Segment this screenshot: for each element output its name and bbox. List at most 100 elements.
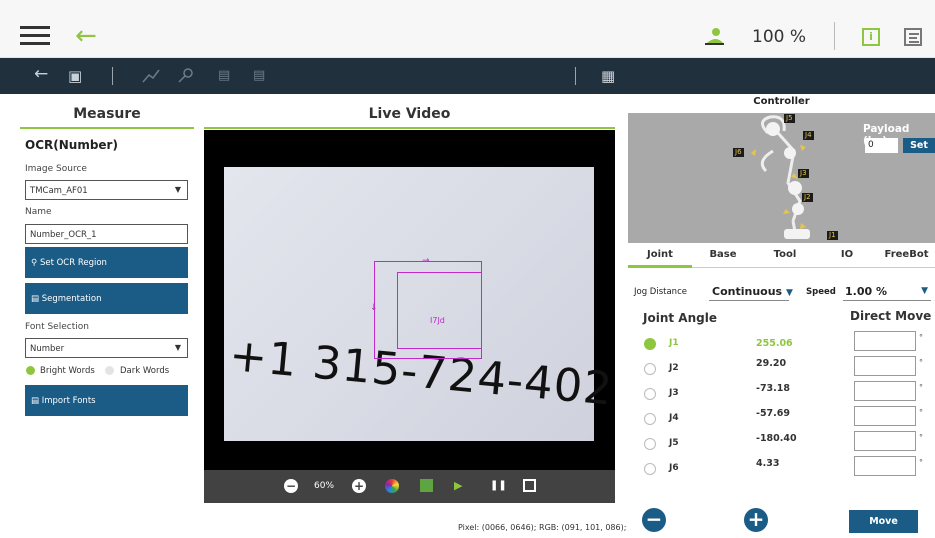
divider	[843, 300, 931, 301]
joint-label-j3: J3	[798, 169, 809, 178]
grid-icon[interactable]: ▦	[601, 67, 615, 85]
font-icon: ▤	[31, 396, 40, 406]
app-root: ← 100 % i ← ▣ ▤ ▤ ▦ Measure OCR(Number) …	[0, 0, 935, 538]
divider	[709, 300, 789, 301]
play-icon[interactable]	[420, 479, 433, 492]
joint-value: 4.33	[756, 458, 780, 469]
direct-move-input[interactable]	[854, 456, 916, 476]
live-video-panel: Live Video +1 315-724-4022 I7Jd → ↓ − 60…	[204, 100, 615, 525]
tab-joint[interactable]: Joint	[628, 244, 692, 268]
joint-value: -73.18	[756, 383, 790, 394]
image-source-select[interactable]: TMCam_AF01 ▼	[25, 180, 188, 200]
chevron-down-icon: ▼	[785, 288, 793, 298]
tab-tool[interactable]: Tool	[754, 244, 816, 268]
font-selection-value: Number	[30, 344, 65, 354]
tab-base[interactable]: Base	[692, 244, 754, 268]
jog-minus-button[interactable]: −	[642, 508, 666, 532]
video-controls: − 60% + ▶ ❚❚	[204, 470, 615, 503]
video-footer	[204, 503, 615, 525]
joint-value: -180.40	[756, 433, 797, 444]
joint-radio[interactable]	[644, 413, 656, 425]
step-icon[interactable]: ▶	[454, 479, 462, 493]
point-icon[interactable]	[178, 67, 194, 83]
speed-select[interactable]: 1.00 % ▼	[845, 285, 930, 298]
zoom-out-icon[interactable]: −	[284, 479, 298, 493]
save-icon[interactable]: ▣	[68, 67, 82, 85]
camera-icon[interactable]: ▤	[218, 67, 230, 85]
joint-value: 29.20	[756, 358, 787, 369]
divider	[575, 67, 576, 85]
joint-label-j2: J2	[802, 193, 813, 202]
zoom-in-icon[interactable]: +	[352, 479, 366, 493]
import-fonts-button[interactable]: ▤ Import Fonts	[25, 385, 188, 416]
move-button[interactable]: Move	[849, 510, 918, 533]
jog-distance-value: Continuous	[712, 285, 783, 298]
joint-label-j1: J1	[827, 231, 838, 240]
chevron-down-icon: ▼	[174, 185, 181, 194]
direct-move-input[interactable]	[854, 331, 916, 351]
joint-name: J1	[669, 338, 679, 348]
tab-io[interactable]: IO	[816, 244, 878, 268]
path-icon[interactable]	[142, 67, 160, 83]
name-input[interactable]: Number_OCR_1	[25, 224, 188, 244]
payload-input[interactable]: 0	[865, 138, 898, 153]
pixel-info: Pixel: (0066, 0646); RGB: (091, 101, 086…	[458, 523, 627, 532]
joint-radio[interactable]	[644, 463, 656, 475]
direct-move-input[interactable]	[854, 381, 916, 401]
image-source-value: TMCam_AF01	[30, 186, 88, 196]
joint-angle-title: Joint Angle	[643, 311, 717, 325]
joint-label-j6: J6	[733, 148, 744, 157]
joint-row-j4: J4 -57.69 °	[628, 406, 935, 428]
joint-row-j5: J5 -180.40 °	[628, 431, 935, 453]
segmentation-label: Segmentation	[41, 294, 102, 304]
joint-radio[interactable]	[644, 388, 656, 400]
tab-freebot[interactable]: FreeBot	[878, 244, 935, 268]
ocr-roi-inner[interactable]	[397, 272, 482, 349]
video-feed[interactable]: +1 315-724-4022 I7Jd → ↓	[204, 130, 615, 470]
image-source-label: Image Source	[25, 164, 87, 174]
user-icon[interactable]	[703, 25, 725, 47]
joint-label-j4: J4	[803, 131, 814, 140]
joint-radio[interactable]	[644, 438, 656, 450]
toolbar: ← ▣ ▤ ▤ ▦	[0, 58, 935, 94]
bright-words-radio[interactable]	[26, 366, 35, 375]
font-selection-select[interactable]: Number ▼	[25, 338, 188, 358]
direct-move-title: Direct Move	[850, 309, 932, 323]
document-icon[interactable]	[904, 28, 922, 46]
segmentation-button[interactable]: ▤ Segmentation	[25, 283, 188, 314]
direct-move-input[interactable]	[854, 431, 916, 451]
pause-icon[interactable]: ❚❚	[490, 479, 507, 493]
degree-symbol: °	[919, 358, 923, 367]
jog-plus-button[interactable]: +	[744, 508, 768, 532]
segmentation-icon: ▤	[31, 294, 40, 304]
set-ocr-region-button[interactable]: ⚲ Set OCR Region	[25, 247, 188, 278]
joint-radio[interactable]	[644, 363, 656, 375]
info-icon[interactable]: i	[862, 28, 880, 46]
video-title: Live Video	[368, 106, 451, 122]
joint-name: J4	[669, 413, 679, 423]
direct-move-input[interactable]	[854, 356, 916, 376]
hamburger-icon[interactable]	[20, 26, 50, 46]
degree-symbol: °	[919, 383, 923, 392]
payload-set-button[interactable]: Set	[903, 138, 935, 153]
joint-name: J5	[669, 438, 679, 448]
import-fonts-label: Import Fonts	[41, 396, 96, 406]
panel-title: Measure	[73, 106, 141, 122]
top-bar: ← 100 % i	[0, 0, 935, 58]
joint-radio[interactable]	[644, 338, 656, 350]
controller-title: Controller	[753, 96, 810, 107]
dark-words-radio[interactable]	[105, 366, 114, 375]
back-icon[interactable]: ←	[34, 65, 48, 83]
color-wheel-icon[interactable]	[385, 479, 399, 493]
arrow-left-icon[interactable]: ←	[75, 23, 97, 49]
measure-panel: Measure OCR(Number) Image Source TMCam_A…	[20, 100, 194, 525]
camera-settings-icon[interactable]: ▤	[253, 67, 265, 85]
fullscreen-icon[interactable]	[523, 479, 536, 492]
roi-label: I7Jd	[430, 316, 445, 325]
direct-move-input[interactable]	[854, 406, 916, 426]
joint-row-j1: J1 255.06 °	[628, 331, 935, 353]
divider	[204, 127, 615, 129]
jog-distance-select[interactable]: Continuous ▼	[712, 285, 793, 298]
chevron-down-icon: ▼	[174, 343, 181, 352]
joint-name: J2	[669, 363, 679, 373]
